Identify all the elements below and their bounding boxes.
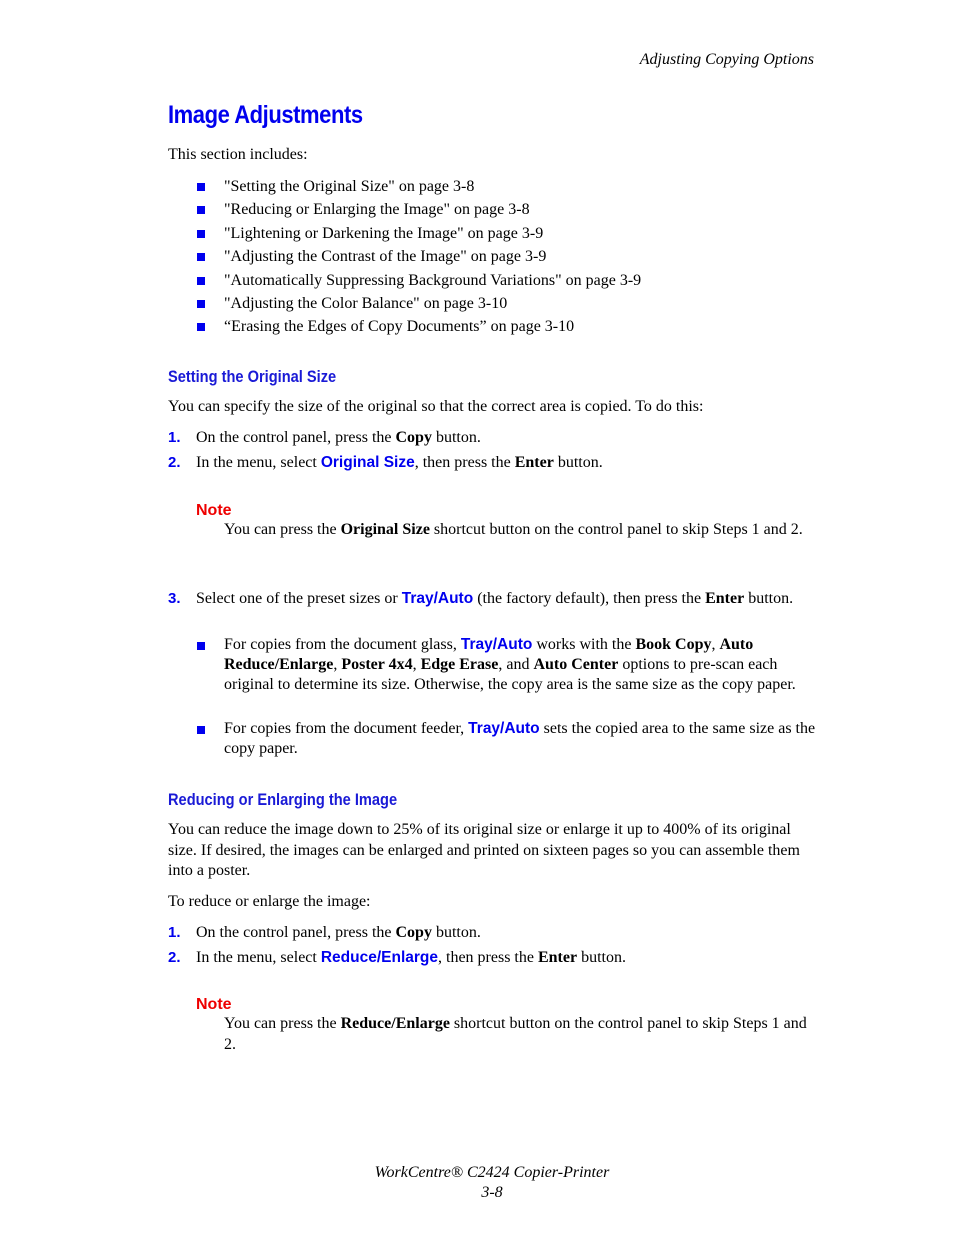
ui-button-name: Original Size (340, 521, 430, 538)
note-block: Note You can press the Reduce/Enlarge sh… (196, 996, 814, 1055)
bullet-square-icon (197, 206, 205, 215)
toc-item[interactable]: "Adjusting the Color Balance" on page 3-… (196, 292, 641, 315)
note-text: shortcut button on the control panel to … (429, 521, 803, 538)
footer-page-number: 3-8 (481, 1184, 503, 1201)
ui-button-name: Copy (395, 429, 432, 446)
ui-button-name: Reduce/Enlarge (340, 1015, 450, 1032)
toc-item[interactable]: "Lightening or Darkening the Image" on p… (196, 222, 641, 245)
step-text: In the menu, select (196, 949, 321, 966)
intro-text: This section includes: (168, 146, 308, 163)
ui-button-name: Enter (705, 590, 745, 607)
menu-item-term: Tray/Auto (401, 590, 474, 607)
step-text: In the menu, select (196, 454, 321, 471)
step-number: 1. (168, 429, 181, 446)
bullet-square-icon (197, 642, 205, 650)
sub-bullet-feeder: For copies from the document feeder, Tra… (196, 719, 816, 759)
note-body: You can press the Original Size shortcut… (224, 520, 814, 541)
step-text: button. (577, 949, 626, 966)
option-name: Poster 4x4 (341, 656, 413, 673)
step-2: 2. In the menu, select Reduce/Enlarge, t… (168, 948, 818, 969)
section2-lead: To reduce or enlarge the image: (168, 893, 371, 910)
note-body: You can press the Reduce/Enlarge shortcu… (224, 1014, 814, 1055)
step-text: Select one of the preset sizes or (196, 590, 402, 607)
menu-item-term: Tray/Auto (468, 720, 540, 737)
toc-link[interactable]: "Adjusting the Color Balance" on page 3-… (224, 295, 507, 312)
toc-link[interactable]: “Erasing the Edges of Copy Documents” on… (224, 318, 574, 335)
step-text: On the control panel, press the (196, 924, 396, 941)
option-name: Book Copy (635, 636, 712, 653)
section2-intro: You can reduce the image down to 25% of … (168, 821, 800, 879)
step-2: 2. In the menu, select Original Size, th… (168, 453, 818, 474)
bullet-text: works with the (532, 636, 636, 653)
running-header: Adjusting Copying Options (639, 51, 814, 68)
section-heading-reduce-enlarge: Reducing or Enlarging the Image (168, 790, 398, 809)
step-3: 3. Select one of the preset sizes or Tra… (168, 589, 818, 610)
step-text: , then press the (414, 454, 515, 471)
bullet-square-icon (197, 253, 205, 262)
bullet-square-icon (197, 323, 205, 332)
toc-link[interactable]: "Automatically Suppressing Background Va… (224, 272, 641, 289)
step-text: button. (431, 429, 481, 446)
bullet-square-icon (197, 299, 205, 308)
step-number: 2. (168, 949, 181, 966)
note-label: Note (196, 996, 232, 1013)
step-text: On the control panel, press the (196, 429, 396, 446)
toc-item[interactable]: "Automatically Suppressing Background Va… (196, 269, 641, 292)
section1-intro: You can specify the size of the original… (168, 398, 704, 415)
step-number: 1. (168, 924, 181, 941)
step-number: 3. (168, 590, 181, 607)
toc-link[interactable]: "Lightening or Darkening the Image" on p… (224, 225, 543, 242)
separator: , and (498, 656, 534, 673)
step-text: , then press the (438, 949, 538, 966)
step-number: 2. (168, 454, 181, 471)
bullet-square-icon (197, 726, 205, 734)
note-block: Note You can press the Original Size sho… (196, 502, 814, 541)
sub-bullet-glass: For copies from the document glass, Tray… (196, 635, 816, 695)
toc-item[interactable]: "Reducing or Enlarging the Image" on pag… (196, 198, 641, 221)
step-text: button. (744, 590, 794, 607)
menu-item-term: Tray/Auto (460, 636, 533, 653)
ui-button-name: Copy (395, 924, 432, 941)
note-label: Note (196, 502, 232, 519)
bullet-text: For copies from the document feeder, (224, 720, 469, 737)
toc-item[interactable]: "Setting the Original Size" on page 3-8 (196, 175, 641, 198)
toc-list: "Setting the Original Size" on page 3-8 … (196, 175, 641, 339)
toc-item[interactable]: “Erasing the Edges of Copy Documents” on… (196, 315, 641, 338)
bullet-square-icon (197, 229, 205, 238)
page-title: Image Adjustments (168, 101, 363, 129)
option-name: Auto Center (533, 656, 619, 673)
option-name: Edge Erase (420, 656, 499, 673)
toc-link[interactable]: "Setting the Original Size" on page 3-8 (224, 178, 474, 195)
ui-button-name: Enter (537, 949, 578, 966)
bullet-text: For copies from the document glass, (224, 636, 461, 653)
menu-item-term: Original Size (320, 454, 415, 471)
separator: , (412, 656, 421, 673)
toc-item[interactable]: "Adjusting the Contrast of the Image" on… (196, 245, 641, 268)
ui-button-name: Enter (514, 454, 554, 471)
step-1: 1. On the control panel, press the Copy … (168, 923, 818, 944)
toc-link[interactable]: "Reducing or Enlarging the Image" on pag… (224, 201, 530, 218)
step-text: button. (553, 454, 603, 471)
step-text: (the factory default), then press the (473, 590, 706, 607)
bullet-square-icon (197, 183, 205, 191)
step-text: button. (431, 924, 481, 941)
bullet-square-icon (197, 276, 205, 285)
step-1: 1. On the control panel, press the Copy … (168, 428, 818, 449)
note-text: You can press the (224, 1015, 341, 1032)
note-text: You can press the (224, 521, 341, 538)
section-heading-original-size: Setting the Original Size (168, 367, 337, 386)
menu-item-term: Reduce/Enlarge (320, 949, 438, 966)
footer-product: WorkCentre® C2424 Copier-Printer (374, 1164, 610, 1181)
toc-link[interactable]: "Adjusting the Contrast of the Image" on… (224, 248, 546, 265)
